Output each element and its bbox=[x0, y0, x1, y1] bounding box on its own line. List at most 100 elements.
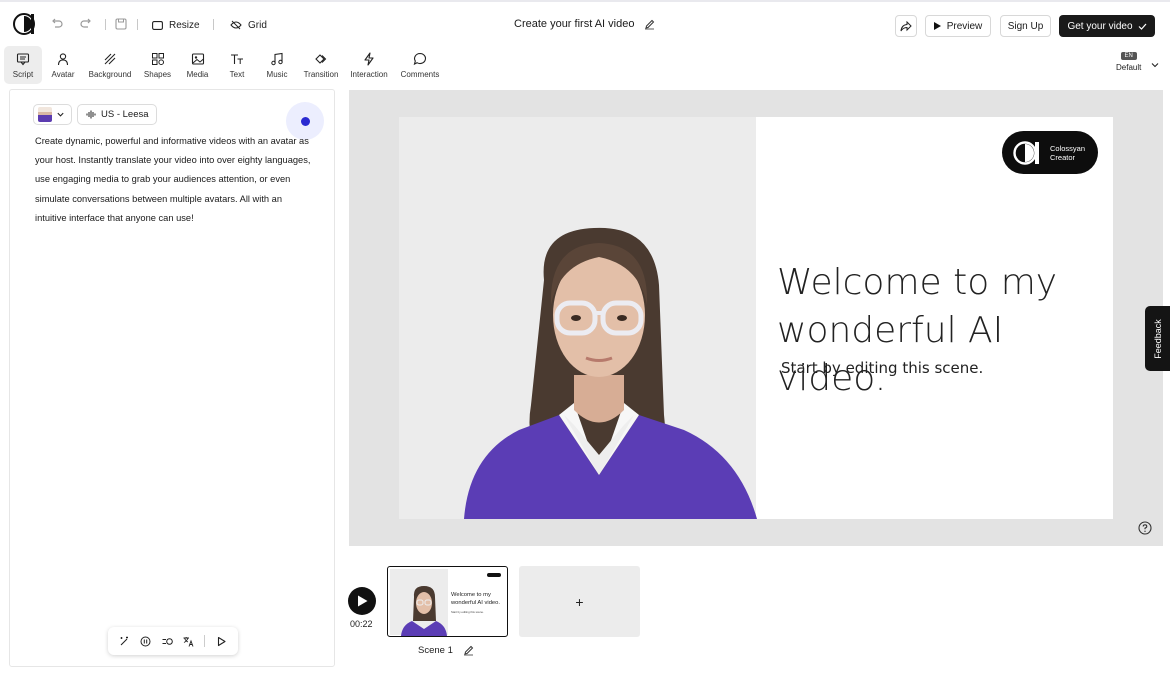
play-all-button[interactable] bbox=[348, 587, 376, 615]
emphasis-icon[interactable] bbox=[162, 636, 173, 647]
redo-icon[interactable] bbox=[79, 17, 93, 31]
record-icon bbox=[300, 116, 310, 126]
grid-label: Grid bbox=[248, 19, 267, 31]
plus-icon: + bbox=[575, 593, 584, 610]
tool-media[interactable]: Media bbox=[182, 46, 213, 84]
shapes-icon bbox=[151, 52, 164, 65]
feedback-label: Feedback bbox=[1152, 318, 1163, 359]
divider bbox=[137, 19, 138, 30]
pause-icon[interactable] bbox=[140, 636, 151, 647]
preview-label: Preview bbox=[946, 20, 983, 32]
script-text[interactable]: Create dynamic, powerful and informative… bbox=[35, 132, 315, 228]
tool-label: Background bbox=[88, 69, 132, 79]
avatar-image[interactable] bbox=[459, 225, 759, 519]
script-icon bbox=[16, 52, 30, 65]
resize-icon bbox=[152, 20, 163, 30]
magic-wand-icon[interactable] bbox=[119, 636, 130, 647]
tool-transition[interactable]: Transition bbox=[301, 46, 341, 84]
tool-label: Music bbox=[266, 69, 288, 79]
brand-name: Colossyan bbox=[1050, 143, 1086, 153]
help-icon[interactable] bbox=[1138, 521, 1152, 535]
tool-label: Script bbox=[12, 69, 34, 79]
scene-label: Scene 1 bbox=[418, 645, 453, 656]
play-icon[interactable] bbox=[216, 636, 227, 647]
signup-label: Sign Up bbox=[1007, 20, 1044, 32]
music-icon bbox=[271, 52, 283, 65]
colossyan-logo[interactable] bbox=[13, 13, 37, 35]
tool-row: Script Avatar Background Shapes Media Te… bbox=[0, 46, 1170, 84]
play-icon bbox=[357, 595, 367, 607]
thumb-avatar-image bbox=[401, 586, 447, 636]
avatar-select[interactable] bbox=[33, 104, 72, 125]
script-toolbar bbox=[108, 627, 238, 655]
tool-text[interactable]: Text bbox=[224, 46, 250, 84]
voice-label: US - Leesa bbox=[101, 109, 149, 120]
tool-label: Avatar bbox=[51, 69, 75, 79]
save-icon[interactable] bbox=[114, 17, 128, 31]
thumb-title: Welcome to my wonderful AI video. bbox=[451, 592, 500, 606]
soundwave-icon bbox=[86, 110, 96, 119]
resize-label: Resize bbox=[169, 19, 200, 31]
get-video-button[interactable]: Get your video bbox=[1059, 15, 1155, 37]
divider bbox=[213, 19, 214, 30]
language-code: EN bbox=[1120, 52, 1137, 60]
slide-title-line: wonderful AI video. bbox=[777, 310, 1004, 399]
tool-script[interactable]: Script bbox=[4, 46, 42, 84]
pencil-icon[interactable] bbox=[644, 19, 655, 30]
tool-label: Interaction bbox=[350, 69, 388, 79]
avatar-thumbnail bbox=[38, 107, 52, 122]
chevron-down-icon bbox=[57, 112, 64, 117]
tool-avatar[interactable]: Avatar bbox=[47, 46, 79, 84]
lightning-icon bbox=[364, 51, 374, 66]
comments-icon bbox=[413, 52, 426, 65]
top-bar: Resize Grid Create your first AI video P… bbox=[0, 0, 1170, 46]
tool-label: Shapes bbox=[143, 69, 172, 79]
slide-title[interactable]: Welcome to my wonderful AI video. bbox=[777, 259, 1107, 403]
divider bbox=[204, 635, 206, 647]
thumb-subtitle: Start by editing this scene. bbox=[451, 610, 484, 614]
tool-comments[interactable]: Comments bbox=[398, 46, 442, 84]
script-panel: US - Leesa Create dynamic, powerful and … bbox=[9, 89, 335, 667]
slide-subtitle[interactable]: Start by editing this scene. bbox=[781, 359, 983, 377]
brand-product: Creator bbox=[1050, 152, 1076, 162]
tool-label: Media bbox=[186, 69, 209, 79]
grid-button[interactable]: Grid bbox=[230, 15, 267, 35]
background-icon bbox=[104, 53, 116, 64]
play-icon bbox=[933, 22, 941, 30]
transition-icon bbox=[315, 53, 327, 64]
text-icon bbox=[231, 53, 243, 64]
media-icon bbox=[191, 52, 204, 65]
tool-label: Transition bbox=[303, 69, 339, 79]
scene-thumbnail[interactable]: Welcome to my wonderful AI video. Start … bbox=[387, 566, 508, 637]
tool-interaction[interactable]: Interaction bbox=[348, 46, 390, 84]
pencil-icon[interactable] bbox=[463, 645, 474, 656]
translate-icon[interactable] bbox=[183, 636, 194, 647]
slide-canvas[interactable]: Colossyan Creator Welcome to my wonderfu… bbox=[399, 117, 1113, 519]
language-label: Default bbox=[1116, 63, 1142, 72]
resize-button[interactable]: Resize bbox=[152, 15, 200, 35]
undo-icon[interactable] bbox=[50, 17, 64, 31]
tool-shapes[interactable]: Shapes bbox=[141, 46, 174, 84]
get-video-label: Get your video bbox=[1067, 20, 1133, 32]
signup-button[interactable]: Sign Up bbox=[1000, 15, 1051, 37]
check-icon bbox=[1138, 23, 1146, 30]
divider bbox=[105, 19, 106, 30]
chevron-down-icon[interactable] bbox=[1150, 60, 1160, 70]
video-duration: 00:22 bbox=[350, 619, 373, 629]
preview-button[interactable]: Preview bbox=[925, 15, 991, 37]
scene-name[interactable]: Scene 1 bbox=[418, 645, 474, 656]
language-selector[interactable]: EN Default bbox=[1116, 52, 1141, 72]
brand-logo[interactable]: Colossyan Creator bbox=[1002, 131, 1098, 174]
project-title-text: Create your first AI video bbox=[514, 18, 635, 30]
colossyan-logo-icon bbox=[1013, 140, 1039, 165]
tool-music[interactable]: Music bbox=[263, 46, 291, 84]
tool-background[interactable]: Background bbox=[86, 46, 134, 84]
project-title[interactable]: Create your first AI video bbox=[514, 18, 655, 30]
share-icon bbox=[900, 20, 912, 31]
canvas-stage: Colossyan Creator Welcome to my wonderfu… bbox=[349, 90, 1163, 546]
share-button[interactable] bbox=[895, 15, 917, 37]
feedback-tab[interactable]: Feedback bbox=[1145, 306, 1170, 371]
add-scene-button[interactable]: + bbox=[519, 566, 640, 637]
eye-off-icon bbox=[230, 20, 242, 30]
voice-select[interactable]: US - Leesa bbox=[77, 104, 157, 125]
